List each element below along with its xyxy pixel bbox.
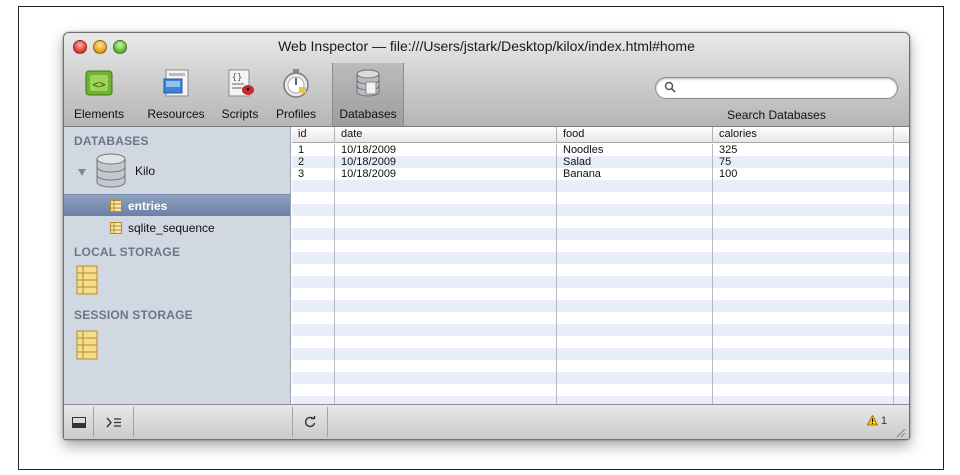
table-body: 1 10/18/2009 Noodles 325 2 10/18/2009 Sa… xyxy=(292,144,909,404)
column-divider xyxy=(556,144,557,404)
search-icon xyxy=(664,81,676,93)
table-cell: Banana xyxy=(563,168,601,180)
warning-counter[interactable]: 1 xyxy=(866,415,887,427)
console-icon xyxy=(105,417,121,428)
data-grid: id date food calories 1 10/18/2009 Noodl… xyxy=(292,127,909,404)
table-cell: 2 xyxy=(298,156,305,168)
dock-toggle-button[interactable] xyxy=(64,407,94,437)
column-divider xyxy=(712,144,713,404)
dock-icon xyxy=(71,417,86,428)
search-input[interactable] xyxy=(680,80,880,96)
column-header-calories[interactable]: calories xyxy=(713,127,894,143)
session-storage-icon[interactable] xyxy=(76,330,98,360)
toolbar-elements-button[interactable]: <> Elements xyxy=(70,63,128,126)
table-icon xyxy=(110,200,122,212)
table-cell: 325 xyxy=(719,144,738,156)
session-storage-section-header: SESSION STORAGE xyxy=(74,308,193,322)
toolbar-scripts-button[interactable]: {} Scripts xyxy=(214,63,266,126)
sidebar-item-sqlite-sequence[interactable]: sqlite_sequence xyxy=(64,217,290,239)
toolbar-profiles-button[interactable]: Profiles xyxy=(270,63,322,126)
sidebar-item-label: entries xyxy=(128,199,168,213)
database-name[interactable]: Kilo xyxy=(135,164,155,178)
table-row[interactable]: 1 10/18/2009 Noodles 325 xyxy=(292,144,909,156)
table-cell: 10/18/2009 xyxy=(341,168,397,180)
profiles-icon xyxy=(283,69,309,98)
table-row[interactable]: 3 10/18/2009 Banana 100 xyxy=(292,168,909,180)
database-icon xyxy=(96,153,126,188)
databases-icon xyxy=(356,69,380,97)
resize-grip-icon[interactable] xyxy=(894,426,906,438)
table-cell: 75 xyxy=(719,156,732,168)
warning-icon xyxy=(866,415,878,426)
databases-section-header: DATABASES xyxy=(74,134,149,148)
toolbar-databases-button[interactable]: Databases xyxy=(332,63,404,126)
toolbar-resources-button[interactable]: Resources xyxy=(140,63,212,126)
column-header-food[interactable]: food xyxy=(557,127,713,143)
column-divider xyxy=(334,144,335,404)
svg-text:{}: {} xyxy=(232,73,243,83)
refresh-icon xyxy=(304,416,316,428)
disclosure-triangle-icon[interactable] xyxy=(78,169,86,176)
table-cell: 10/18/2009 xyxy=(341,156,397,168)
sidebar: DATABASES Kilo entries sqlite_sequence L… xyxy=(64,127,291,404)
search-field[interactable] xyxy=(655,77,898,99)
toolbar: Web Inspector — file:///Users/jstark/Des… xyxy=(64,33,909,127)
table-header: id date food calories xyxy=(292,127,909,143)
resources-icon xyxy=(163,69,189,97)
local-storage-icon[interactable] xyxy=(76,265,98,295)
table-icon xyxy=(110,222,122,234)
status-bar: 1 xyxy=(64,404,909,439)
table-cell: Salad xyxy=(563,156,592,168)
sidebar-item-label: sqlite_sequence xyxy=(128,221,215,235)
column-header-id[interactable]: id xyxy=(292,127,335,143)
svg-text:<>: <> xyxy=(92,78,106,91)
scripts-icon: {} xyxy=(228,69,254,97)
console-toggle-button[interactable] xyxy=(94,407,134,437)
table-cell: 3 xyxy=(298,168,305,180)
column-divider xyxy=(893,144,894,404)
table-cell: 100 xyxy=(719,168,738,180)
refresh-button[interactable] xyxy=(292,407,328,437)
elements-icon: <> xyxy=(85,70,113,96)
table-cell: 10/18/2009 xyxy=(341,144,397,156)
window-title: Web Inspector — file:///Users/jstark/Des… xyxy=(278,38,695,54)
search-label: Search Databases xyxy=(727,108,826,122)
local-storage-section-header: LOCAL STORAGE xyxy=(74,245,181,259)
column-header-date[interactable]: date xyxy=(335,127,557,143)
table-row[interactable]: 2 10/18/2009 Salad 75 xyxy=(292,156,909,168)
warning-count: 1 xyxy=(880,415,887,427)
table-cell: 1 xyxy=(298,144,305,156)
web-inspector-window: Web Inspector — file:///Users/jstark/Des… xyxy=(63,32,910,440)
table-cell: Noodles xyxy=(563,144,604,156)
sidebar-item-entries[interactable]: entries xyxy=(64,194,290,216)
